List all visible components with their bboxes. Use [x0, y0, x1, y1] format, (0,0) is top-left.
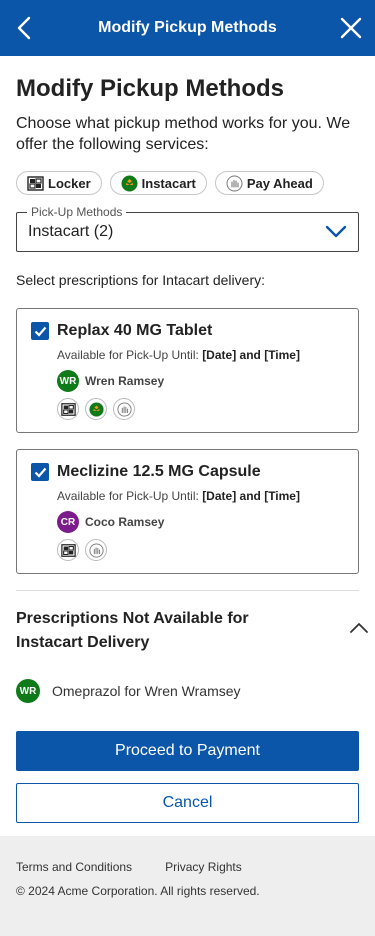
availability-text: Available for Pick-Up Until: [Date] and …: [57, 489, 344, 503]
avatar: WR: [57, 370, 79, 392]
availability-label: Available for Pick-Up Until:: [57, 489, 199, 503]
prescription-checkbox[interactable]: [31, 322, 49, 340]
proceed-to-payment-button[interactable]: Proceed to Payment: [16, 731, 359, 771]
chip-locker: Locker: [16, 171, 102, 195]
service-chips: Locker Instacart Pay Ahead: [16, 171, 359, 195]
close-icon[interactable]: [340, 17, 362, 39]
availability-text: Available for Pick-Up Until: [Date] and …: [57, 348, 344, 362]
chevron-left-icon[interactable]: [14, 16, 34, 40]
chip-instacart: Instacart: [109, 171, 207, 195]
page-title: Modify Pickup Methods: [16, 75, 285, 102]
not-available-section: Prescriptions Not Available for Instacar…: [0, 591, 375, 703]
locker-icon: [57, 398, 79, 420]
header-title: Modify Pickup Methods: [98, 19, 277, 36]
select-value: Instacart (2): [28, 223, 114, 240]
chevron-up-icon[interactable]: [349, 622, 369, 634]
delivery-instruction: Select prescriptions for Intacart delive…: [16, 272, 265, 288]
pickup-method-select[interactable]: Pick-Up Methods Instacart (2): [16, 205, 359, 252]
privacy-link[interactable]: Privacy Rights: [165, 860, 242, 874]
chip-label: Locker: [48, 175, 91, 191]
person-name: Coco Ramsey: [85, 515, 165, 529]
not-available-item: WR Omeprazol for Wren Wramsey: [16, 679, 375, 703]
avatar: WR: [16, 679, 40, 703]
chip-label: Pay Ahead: [246, 175, 313, 191]
chip-pay-ahead: Pay Ahead: [214, 171, 324, 195]
prescription-card: Replax 40 MG Tablet Available for Pick-U…: [16, 308, 359, 433]
prescription-card: Meclizine 12.5 MG Capsule Available for …: [16, 449, 359, 574]
person-name: Wren Ramsey: [85, 374, 165, 388]
instacart-icon: [85, 398, 107, 420]
prescription-name: Meclizine 12.5 MG Capsule: [57, 463, 261, 480]
pay-ahead-icon: [113, 398, 135, 420]
availability-value: [Date] and [Time]: [202, 348, 300, 362]
pay-ahead-icon: [226, 175, 243, 191]
footer: Terms and Conditions Privacy Rights © 20…: [0, 836, 375, 936]
app-header: Modify Pickup Methods: [0, 0, 375, 56]
avatar: CR: [57, 511, 79, 533]
method-icons: [57, 398, 344, 420]
availability-value: [Date] and [Time]: [202, 489, 300, 503]
cancel-button[interactable]: Cancel: [16, 783, 359, 823]
not-available-title: Prescriptions Not Available for Instacar…: [16, 610, 249, 651]
prescription-owner: CR Coco Ramsey: [57, 511, 344, 533]
check-icon: [34, 467, 46, 478]
locker-icon: [57, 539, 79, 561]
locker-icon: [27, 175, 44, 191]
copyright-text: © 2024 Acme Corporation. All rights rese…: [16, 884, 260, 898]
not-available-item-label: Omeprazol for Wren Wramsey: [52, 683, 241, 699]
method-icons: [57, 539, 344, 561]
prescription-name: Replax 40 MG Tablet: [57, 322, 213, 339]
check-icon: [34, 326, 46, 337]
select-legend: Pick-Up Methods: [27, 205, 127, 219]
prescription-owner: WR Wren Ramsey: [57, 370, 344, 392]
pay-ahead-icon: [85, 539, 107, 561]
chip-label: Instacart: [141, 175, 196, 191]
not-available-header[interactable]: Prescriptions Not Available for Instacar…: [0, 591, 375, 655]
page-intro: Choose what pickup method works for you.…: [16, 115, 351, 153]
terms-link[interactable]: Terms and Conditions: [16, 860, 132, 874]
chevron-down-icon: [325, 225, 347, 238]
availability-label: Available for Pick-Up Until:: [57, 348, 199, 362]
prescription-checkbox[interactable]: [31, 463, 49, 481]
instacart-icon: [121, 175, 138, 191]
